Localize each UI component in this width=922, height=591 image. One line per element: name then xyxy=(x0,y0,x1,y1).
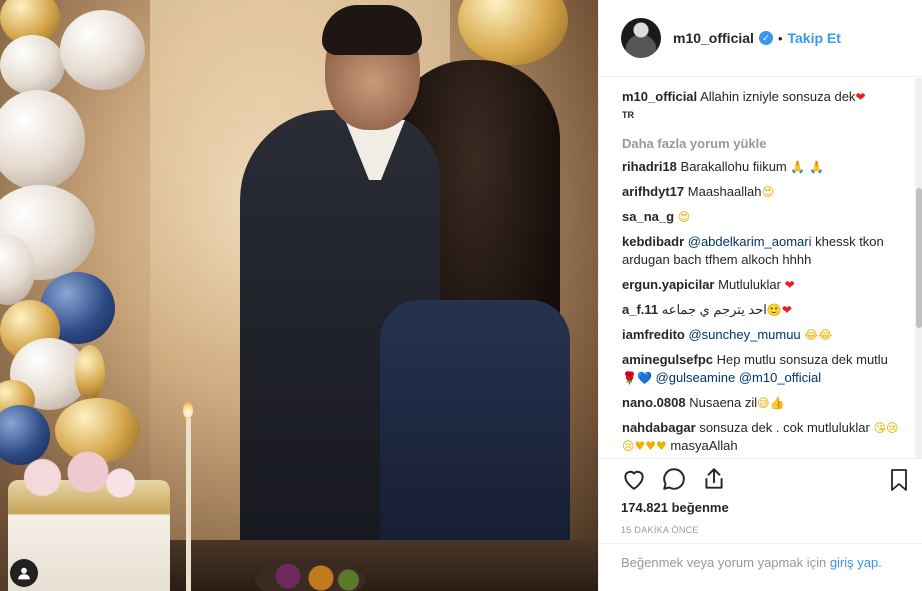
comment-username[interactable]: rihadri18 xyxy=(622,159,677,174)
comment-item: ergun.yapicilar Mutluluklar ❤ xyxy=(622,276,905,294)
comment-username[interactable]: sa_na_g xyxy=(622,209,674,224)
cake-flowers xyxy=(10,450,140,505)
candle xyxy=(186,418,191,591)
load-more-comments-button[interactable]: Daha fazla yorum yükle xyxy=(622,136,905,151)
comment-mention[interactable]: @m10_official xyxy=(739,370,821,385)
comment-mention[interactable]: @sunchey_mumuu xyxy=(688,327,800,342)
share-icon[interactable] xyxy=(701,466,727,492)
comment-username[interactable]: iamfredito xyxy=(622,327,685,342)
comment-emoji: ❤ xyxy=(784,278,795,292)
follow-button[interactable]: Takip Et xyxy=(788,30,841,46)
comment-text: Maashaallah xyxy=(687,184,762,199)
comment-text: احد يترجم ي جماعه xyxy=(661,302,767,317)
separator-dot: • xyxy=(777,30,783,46)
header-username[interactable]: m10_official xyxy=(673,30,754,46)
login-prompt: Beğenmek veya yorum yapmak için giriş ya… xyxy=(599,543,922,591)
comment-item: nano.0808 Nusaena zil😅👍 xyxy=(622,394,905,412)
language-tag: TR xyxy=(622,110,634,120)
comment-icon[interactable] xyxy=(661,466,687,492)
comment-emoji: 🌹💙 xyxy=(622,371,652,385)
comment-item: aminegulsefpc Hep mutlu sonsuza dek mutl… xyxy=(622,351,905,387)
post-sidebar: m10_official ✓ • Takip Et m10_official A… xyxy=(598,0,922,591)
bookmark-icon[interactable] xyxy=(887,467,911,493)
balloon xyxy=(0,90,85,190)
man-hair xyxy=(322,5,422,55)
comment-text: masyaAllah xyxy=(670,438,738,453)
login-link[interactable]: giriş yap. xyxy=(830,555,882,570)
comment-username[interactable]: nahdabagar xyxy=(622,420,696,435)
comment-emoji: 😍 xyxy=(761,185,774,199)
scroll-thumb[interactable] xyxy=(916,188,922,328)
comment-item: nahdabagar sonsuza dek . cok mutluluklar… xyxy=(622,419,905,455)
comment-username[interactable]: kebdibadr xyxy=(622,234,684,249)
comment-item: rihadri18 Barakallohu fiikum 🙏 🙏 xyxy=(622,158,905,176)
comment-text: Nusaena zil xyxy=(689,395,758,410)
comment-item: iamfredito @sunchey_mumuu 😂😂 xyxy=(622,326,905,344)
comment-emoji: 😍 xyxy=(677,210,691,224)
caption-text: Allahin izniyle sonsuza dek xyxy=(700,89,856,104)
comment-text: Hep mutlu sonsuza dek mutlu xyxy=(716,352,888,367)
balloon xyxy=(458,0,568,65)
balloon xyxy=(0,35,65,95)
comment-item: a_f.11 احد يترجم ي جماعه🙂❤ xyxy=(622,301,905,319)
comment-text: Mutluluklar xyxy=(718,277,781,292)
verified-badge-icon: ✓ xyxy=(758,31,773,45)
candle-flame xyxy=(183,402,193,418)
comment-emoji: 🙏 🙏 xyxy=(790,160,825,174)
comment-item: kebdibadr @abdelkarim_aomari khessk tkon… xyxy=(622,233,905,269)
comment-username[interactable]: a_f.11 xyxy=(622,302,658,317)
balloon xyxy=(75,345,105,400)
comment-item: arifhdyt17 Maashaallah😍 xyxy=(622,183,905,201)
table xyxy=(160,540,598,591)
comment-username[interactable]: arifhdyt17 xyxy=(622,184,684,199)
caption-username[interactable]: m10_official xyxy=(622,89,697,104)
heart-outline-icon[interactable] xyxy=(621,466,647,492)
post-header: m10_official ✓ • Takip Et xyxy=(599,0,922,77)
likes-count[interactable]: 174.821 beğenme xyxy=(621,500,729,515)
comment-emoji: 😅👍 xyxy=(757,396,785,410)
heart-emoji: ❤ xyxy=(855,90,866,104)
balloon xyxy=(60,10,145,90)
user-tag-icon xyxy=(18,567,30,580)
comment-item: sa_na_g 😍 xyxy=(622,208,905,226)
comment-text: Barakallohu fiikum xyxy=(680,159,787,174)
post-timestamp[interactable]: 15 DAKİKA ÖNCE xyxy=(621,525,699,535)
caption: m10_official Allahin izniyle sonsuza dek… xyxy=(622,88,905,106)
user-tag-button[interactable] xyxy=(10,559,38,587)
comments-scrollbar[interactable] xyxy=(915,78,922,458)
comment-emoji: 🙂❤ xyxy=(766,303,792,317)
comment-text: sonsuza dek . cok mutluluklar xyxy=(699,420,870,435)
comment-mention[interactable]: @gulseamine xyxy=(656,370,736,385)
comments-list[interactable]: m10_official Allahin izniyle sonsuza dek… xyxy=(599,78,915,458)
login-prompt-text: Beğenmek veya yorum yapmak için xyxy=(621,555,827,570)
post-photo[interactable] xyxy=(0,0,598,591)
comment-username[interactable]: aminegulsefpc xyxy=(622,352,713,367)
comment-username[interactable]: nano.0808 xyxy=(622,395,686,410)
comment-mention[interactable]: @abdelkarim_aomari xyxy=(688,234,812,249)
avatar[interactable] xyxy=(621,18,661,58)
action-bar xyxy=(599,458,922,498)
comment-username[interactable]: ergun.yapicilar xyxy=(622,277,714,292)
comment-emoji: 😂😂 xyxy=(804,328,833,342)
